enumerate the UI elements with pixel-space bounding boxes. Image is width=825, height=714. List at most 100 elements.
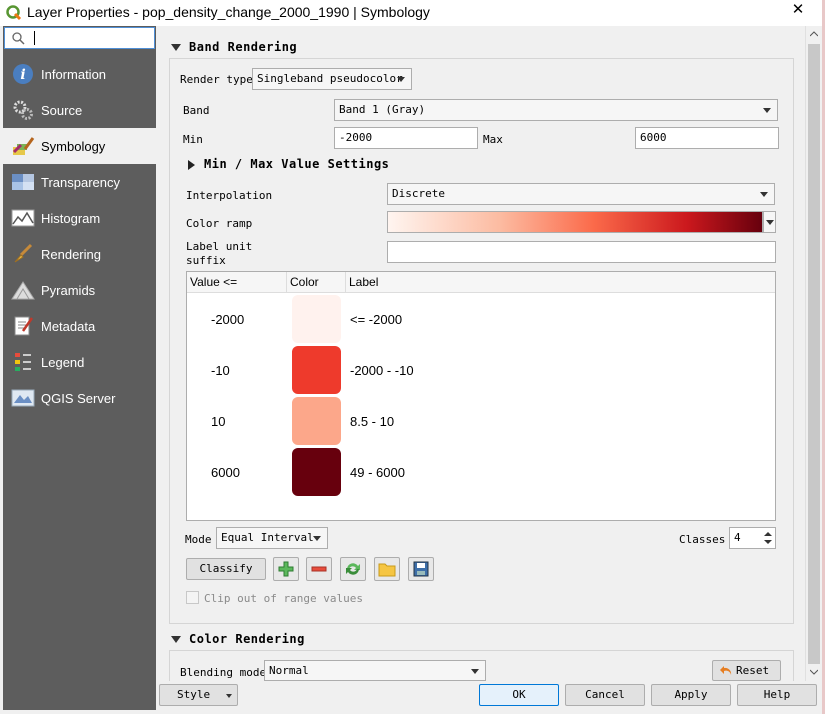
column-header-value[interactable]: Value <= [190,275,237,289]
color-ramp-menu-button[interactable] [763,211,776,233]
scroll-down-icon [810,669,818,675]
render-type-label: Render type [180,73,253,86]
sidebar-item-label: QGIS Server [41,390,116,406]
invert-colors-button[interactable] [340,557,366,581]
sidebar-item-label: Transparency [41,174,120,190]
close-button[interactable]: ✕ [775,0,821,22]
interpolation-select[interactable]: Discrete [387,183,775,205]
save-icon [413,561,429,577]
undo-icon [720,666,732,675]
sidebar-item-label: Pyramids [41,282,96,298]
sidebar-item-label: Symbology [41,138,106,154]
min-input[interactable]: -2000 [334,127,478,149]
sidebar-item-metadata[interactable]: Metadata [3,308,156,344]
table-row[interactable]: 10 8.5 - 10 [187,396,775,447]
chevron-down-icon [471,669,479,674]
sidebar-item-label: Metadata [41,318,96,334]
table-row[interactable]: -2000 <= -2000 [187,294,775,345]
apply-button[interactable]: Apply [651,684,731,706]
clip-checkbox[interactable] [186,591,199,604]
qgis-server-icon [11,386,35,410]
column-header-color[interactable]: Color [290,275,319,289]
spin-arrows-icon [764,532,772,544]
sidebar-item-information[interactable]: i Information [3,56,156,92]
table-header: Value <= Color Label [187,272,775,293]
text-cursor [34,31,35,45]
sidebar-item-source[interactable]: Source [3,92,156,128]
expand-triangle-icon [188,159,195,170]
color-ramp-label: Color ramp [186,217,253,230]
ok-button[interactable]: OK [479,684,559,706]
band-label: Band [183,104,210,117]
band-select[interactable]: Band 1 (Gray) [334,99,778,121]
row-color-swatch[interactable] [292,346,341,394]
chevron-down-icon [766,220,774,225]
sidebar: i Information Source Symbology Transpare… [3,26,156,710]
classes-label: Classes [679,533,726,546]
metadata-icon [11,314,35,338]
row-value: -10 [211,363,230,378]
svg-text:i: i [20,67,25,83]
symbology-brush-icon [11,134,35,158]
sidebar-item-symbology[interactable]: Symbology [3,128,156,164]
collapse-triangle-icon [171,44,181,51]
sidebar-item-histogram[interactable]: Histogram [3,200,156,236]
export-color-map-button[interactable] [408,557,434,581]
row-color-swatch[interactable] [292,397,341,445]
classes-spinbox[interactable]: 4 [729,527,776,549]
mode-select[interactable]: Equal Interval [216,527,328,549]
label-unit-suffix-input[interactable] [387,241,776,263]
search-input[interactable] [4,27,155,49]
vertical-scrollbar[interactable] [805,26,822,681]
remove-class-button[interactable] [306,557,332,581]
collapse-triangle-icon [171,636,181,643]
row-value: 6000 [211,465,240,480]
chevron-down-icon [763,108,771,113]
color-rendering-header[interactable]: Color Rendering [171,632,305,646]
style-menu-button[interactable]: Style [159,684,238,706]
reset-button[interactable]: Reset [712,660,781,681]
sidebar-item-label: Information [41,66,107,82]
row-color-swatch[interactable] [292,448,341,496]
cancel-button[interactable]: Cancel [565,684,645,706]
row-label: <= -2000 [350,312,403,327]
row-label: 49 - 6000 [350,465,405,480]
band-rendering-header[interactable]: Band Rendering [171,40,297,54]
sidebar-item-label: Source [41,102,83,118]
folder-icon [378,563,396,576]
sidebar-item-label: Legend [41,354,85,370]
load-color-map-button[interactable] [374,557,400,581]
sidebar-item-transparency[interactable]: Transparency [3,164,156,200]
column-header-label[interactable]: Label [349,275,378,289]
histogram-icon [11,206,35,230]
blending-mode-label: Blending mode [180,666,267,679]
table-row[interactable]: 6000 49 - 6000 [187,447,775,498]
window-title: Layer Properties - pop_density_change_20… [27,4,430,20]
help-button[interactable]: Help [737,684,817,706]
max-input[interactable]: 6000 [635,127,779,149]
classify-button[interactable]: Classify [186,558,266,580]
minus-icon [311,566,327,572]
label-unit-label: Label unit [186,240,253,253]
row-color-swatch[interactable] [292,295,341,343]
sidebar-item-label: Histogram [41,210,101,226]
color-ramp-button[interactable] [387,211,763,233]
scroll-up-icon [810,31,818,37]
table-row[interactable]: -10 -2000 - -10 [187,345,775,396]
render-type-select[interactable]: Singleband pseudocolor [252,68,412,90]
interpolation-label: Interpolation [186,189,273,202]
sidebar-item-legend[interactable]: Legend [3,344,156,380]
mode-label: Mode [185,533,212,546]
plus-icon [278,561,294,577]
max-label: Max [483,133,503,146]
blending-mode-select[interactable]: Normal [264,660,486,681]
sidebar-item-rendering[interactable]: Rendering [3,236,156,272]
sidebar-item-pyramids[interactable]: Pyramids [3,272,156,308]
row-value: 10 [211,414,226,429]
scrollbar-thumb[interactable] [808,44,820,664]
sidebar-item-label: Rendering [41,246,101,262]
add-class-button[interactable] [273,557,299,581]
minmax-settings-header[interactable]: Min / Max Value Settings [188,157,389,171]
chevron-down-icon [226,694,232,698]
sidebar-item-qgis-server[interactable]: QGIS Server [3,380,156,416]
